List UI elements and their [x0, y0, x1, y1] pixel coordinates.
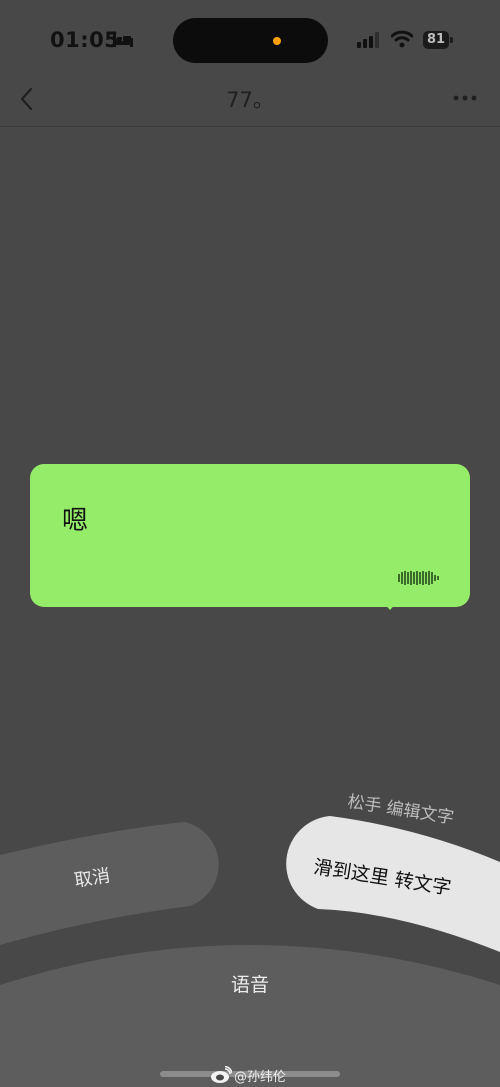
voice-label: 语音: [230, 974, 269, 996]
watermark-text: @孙纬伦: [234, 1069, 287, 1085]
voice-controls: [0, 816, 500, 1087]
cancel-label: 取消: [72, 865, 112, 892]
weibo-icon: [211, 1066, 232, 1083]
watermark: @孙纬伦: [210, 1065, 286, 1085]
